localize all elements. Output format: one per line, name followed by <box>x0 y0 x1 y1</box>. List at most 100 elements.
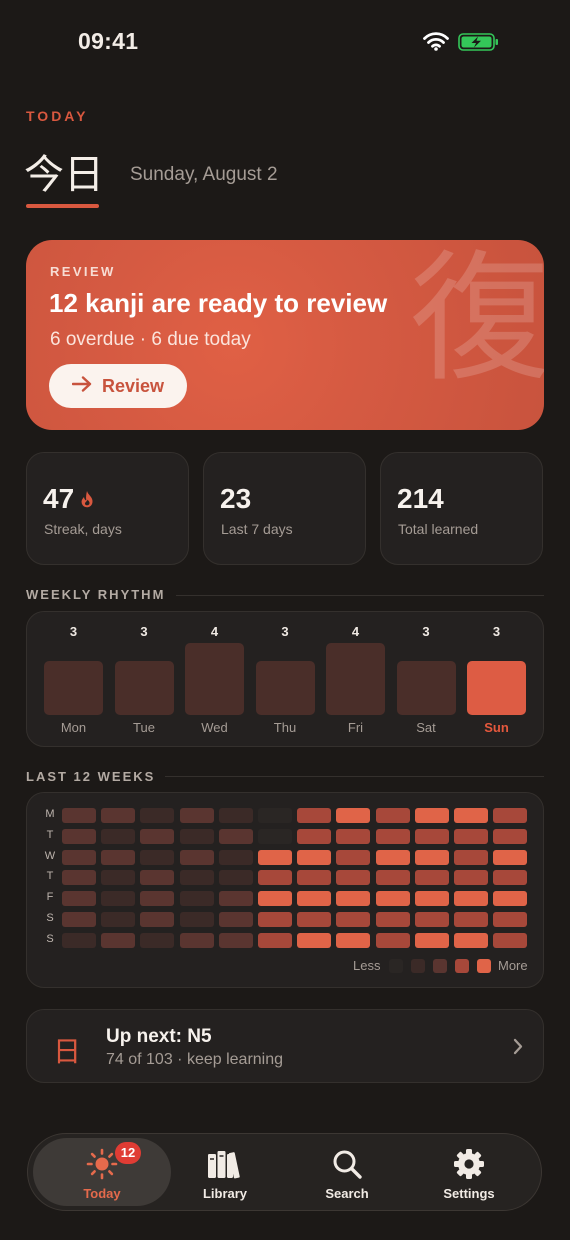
section-eyebrow: TODAY <box>26 108 89 124</box>
heatmap-cell <box>140 849 175 865</box>
heatmap-cell <box>297 870 332 886</box>
heatmap-cell <box>101 932 136 948</box>
heatmap-cell <box>179 891 214 907</box>
heatmap-cell <box>258 870 292 886</box>
heatmap-cell <box>336 912 371 927</box>
flame-icon <box>80 483 94 515</box>
bar-count: 3 <box>140 624 148 639</box>
heatmap-cell <box>493 932 528 948</box>
bar-day-label: Tue <box>133 720 155 735</box>
stat-label: Streak, days <box>44 521 122 537</box>
heatmap-cell <box>101 891 136 907</box>
heatmap-cell <box>414 808 449 823</box>
review-label: REVIEW <box>50 264 116 279</box>
heatmap-cell <box>258 932 292 948</box>
bar-count: 4 <box>351 624 360 639</box>
review-button[interactable]: Review <box>49 364 187 408</box>
review-card: 復 REVIEW 12 kanji are ready to review 6 … <box>26 240 544 430</box>
battery-charging-icon <box>458 33 500 56</box>
up-next-title: Up next: N5 <box>106 1026 212 1047</box>
notification-badge: 12 <box>115 1142 141 1164</box>
heatmap-cell <box>297 932 332 948</box>
heatmap-cell <box>375 932 410 948</box>
bar-count: 4 <box>210 624 219 639</box>
review-title: 12 kanji are ready to review <box>49 288 388 318</box>
up-next-card[interactable]: 日 Up next: N5 74 of 103 · keep learning <box>26 1009 544 1083</box>
tab-search[interactable]: Search <box>278 1138 416 1206</box>
bar-day-label: Mon <box>60 720 87 735</box>
heatmap-cell <box>101 808 136 823</box>
tab-library[interactable]: Library <box>156 1138 294 1206</box>
legend-more-label: More <box>498 958 528 973</box>
rhythm-day-sun: 3 Sun <box>467 612 526 748</box>
rhythm-bar <box>114 661 174 715</box>
heatmap-cell <box>414 912 449 927</box>
heatmap-cell <box>62 932 96 948</box>
heatmap-cell <box>218 932 253 948</box>
stat-card-total: 214 Total learned <box>380 452 543 565</box>
legend-less-label: Less <box>353 958 381 973</box>
heatmap-cell <box>179 828 214 844</box>
heatmap-cell <box>336 828 371 844</box>
legend-swatch <box>389 959 403 973</box>
heatmap-cell <box>493 849 528 865</box>
heatmap-row-label: S <box>46 932 54 945</box>
rhythm-day-fri: 4 Fri <box>326 612 385 748</box>
heatmap-cell <box>297 828 332 844</box>
rhythm-day-tue: 3 Tue <box>114 612 174 748</box>
heatmap-cell <box>140 932 175 948</box>
heatmap-cell <box>414 828 449 844</box>
bar-day-label: Fri <box>347 720 364 735</box>
heatmap-cell <box>258 808 292 823</box>
up-next-subtitle: 74 of 103 · keep learning <box>106 1051 284 1068</box>
heatmap-cell <box>179 932 214 948</box>
heatmap-cell <box>336 849 371 865</box>
heatmap-cell <box>454 932 488 948</box>
heatmap-cell <box>375 912 410 927</box>
bar-day-label: Wed <box>201 720 228 735</box>
heatmap-cell <box>414 849 449 865</box>
heatmap-cell <box>454 912 488 927</box>
heatmap-cell <box>179 870 214 886</box>
heatmap-row-label: W <box>44 849 56 862</box>
heatmap-cell <box>140 828 175 844</box>
stat-value: 214 <box>397 483 444 514</box>
bar-day-label: Thu <box>273 720 297 735</box>
heatmap-cell <box>101 828 136 844</box>
chevron-right-icon <box>513 1038 523 1060</box>
rhythm-bar <box>467 661 526 715</box>
heatmap-row-label: F <box>46 891 54 904</box>
rhythm-bar <box>326 643 385 715</box>
heatmap-cell <box>258 849 292 865</box>
tab-label: Search <box>325 1186 369 1201</box>
divider <box>165 776 544 777</box>
tab-today[interactable]: 12 Today <box>33 1138 171 1206</box>
bar-count: 3 <box>492 624 501 639</box>
heatmap-cell <box>336 870 371 886</box>
heatmap-cell <box>218 808 253 823</box>
heatmap-cell <box>454 849 488 865</box>
rhythm-bar <box>44 661 103 715</box>
heatmap-cell <box>297 808 332 823</box>
heatmap-cell <box>179 849 214 865</box>
heatmap-header: LAST 12 WEEKS <box>26 769 156 784</box>
heatmap-cell <box>218 891 253 907</box>
heatmap-cell <box>493 912 528 927</box>
heatmap-cell <box>454 808 488 823</box>
heatmap-cell <box>297 891 332 907</box>
heatmap-row-label: M <box>45 808 55 820</box>
heatmap-cell <box>493 891 528 907</box>
heatmap-cell <box>62 808 96 823</box>
bar-day-label: Sat <box>416 720 436 735</box>
rhythm-bar <box>396 661 456 715</box>
heatmap-cell <box>140 808 175 823</box>
review-button-label: Review <box>101 375 165 396</box>
heatmap-cell <box>375 870 410 886</box>
stat-label: Total learned <box>398 521 479 537</box>
rhythm-day-thu: 3 Thu <box>255 612 315 748</box>
tab-label: Settings <box>443 1186 495 1201</box>
heatmap-cell <box>62 912 96 927</box>
heatmap-cell <box>336 808 371 823</box>
heatmap-row-label: T <box>46 870 54 883</box>
tab-settings[interactable]: Settings <box>400 1138 538 1206</box>
